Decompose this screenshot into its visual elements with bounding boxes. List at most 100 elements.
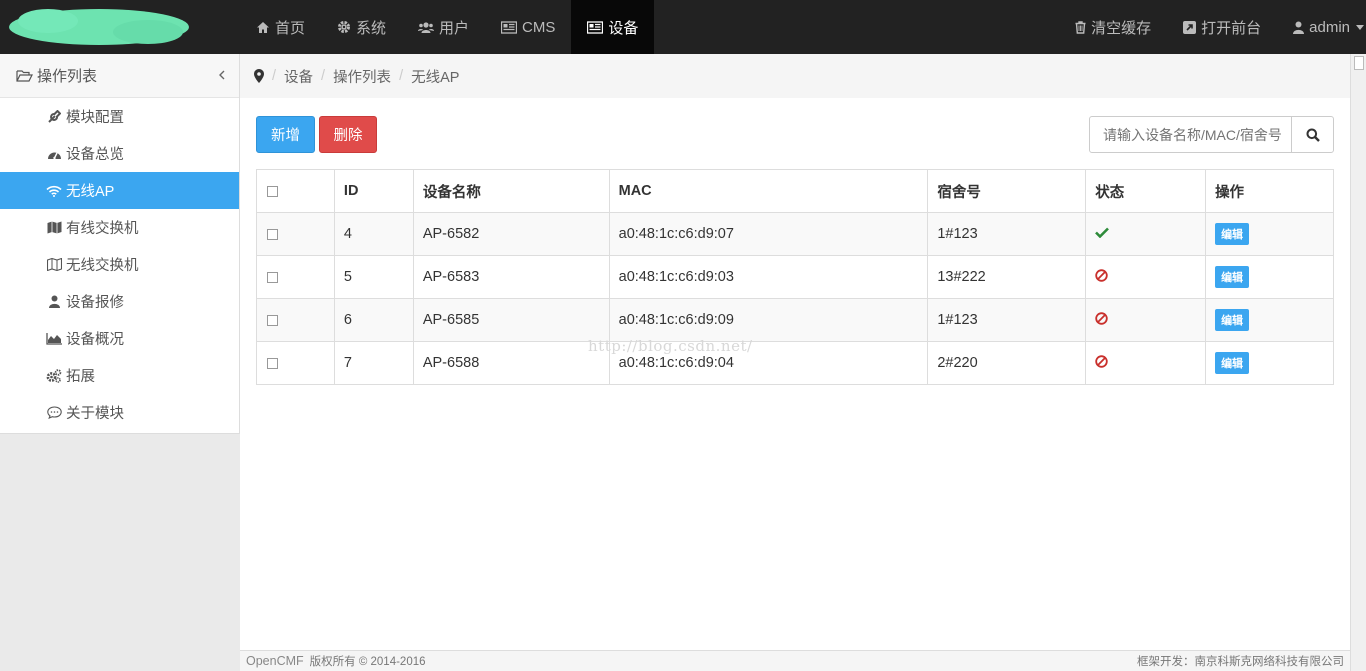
breadcrumb-separator: / — [321, 68, 326, 84]
table-row: 7 AP-6588 a0:48:1c:c6:d9:04 2#220 编辑 — [256, 341, 1334, 385]
edit-button[interactable]: 编辑 — [1215, 352, 1250, 374]
search-button[interactable] — [1291, 117, 1333, 152]
admin-menu[interactable]: admin — [1277, 0, 1366, 54]
action-cell: 编辑 — [1205, 298, 1334, 342]
wrench-icon — [46, 110, 62, 123]
collapse-chevron-icon[interactable] — [218, 67, 225, 83]
column-header[interactable]: 状态 — [1085, 169, 1207, 213]
area-chart-icon — [46, 332, 62, 345]
name-cell: AP-6588 — [412, 341, 610, 385]
row-select-cell — [256, 298, 335, 342]
map-marker-icon — [254, 69, 264, 83]
map-outline-icon — [46, 258, 62, 271]
column-header[interactable]: MAC — [608, 169, 929, 213]
ban-icon — [1095, 354, 1108, 368]
row-select-cell — [256, 255, 335, 299]
footer-brand[interactable]: OpenCMF — [246, 654, 304, 668]
name-cell: AP-6585 — [412, 298, 610, 342]
mac-cell: a0:48:1c:c6:d9:07 — [608, 212, 929, 256]
sidebar-item-label: 设备概况 — [66, 332, 124, 348]
sidebar-item-device-status[interactable]: 设备概况 — [0, 320, 239, 357]
action-cell: 编辑 — [1205, 212, 1334, 256]
delete-button[interactable]: 删除 — [319, 116, 377, 153]
sidebar-item-module-config[interactable]: 模块配置 — [0, 98, 239, 135]
edit-button[interactable]: 编辑 — [1215, 223, 1250, 245]
list-alt-icon — [587, 20, 604, 34]
edit-button[interactable]: 编辑 — [1215, 309, 1250, 331]
search-input[interactable] — [1090, 117, 1291, 152]
table-row: 4 AP-6582 a0:48:1c:c6:d9:07 1#123 编辑 — [256, 212, 1334, 256]
main-nav: 首页 系统 用户 CMS 设备 — [240, 0, 655, 54]
map-icon — [46, 221, 62, 234]
row-select-cell — [256, 212, 335, 256]
status-cell[interactable] — [1085, 255, 1207, 299]
nav-users[interactable]: 用户 — [402, 0, 485, 54]
sidebar-item-label: 有线交换机 — [66, 221, 139, 237]
dorm-cell: 1#123 — [927, 298, 1087, 342]
footer-credit[interactable]: 框架开发：南京科斯克网络科技有限公司 — [1137, 653, 1344, 669]
logo[interactable] — [8, 6, 190, 48]
sidebar-item-label: 设备报修 — [66, 295, 124, 311]
wifi-icon — [46, 185, 62, 197]
sidebar-item-repair[interactable]: 设备报修 — [0, 283, 239, 320]
sidebar-item-label: 无线交换机 — [66, 258, 139, 274]
id-cell: 5 — [333, 255, 414, 299]
action-cell: 编辑 — [1205, 341, 1334, 385]
folder-open-icon — [16, 69, 33, 82]
device-table: ID 设备名称 MAC 宿舍号 状态 操作 4 AP-6582 a0:48:1c:c… — [256, 169, 1334, 385]
clear-cache-button[interactable]: 清空缓存 — [1059, 0, 1167, 54]
breadcrumb-item[interactable]: 操作列表 — [333, 66, 391, 87]
home-icon — [256, 21, 270, 34]
row-checkbox[interactable] — [267, 314, 278, 326]
search-box — [1089, 116, 1334, 153]
nav-system[interactable]: 系统 — [321, 0, 402, 54]
column-header[interactable]: ID — [333, 169, 414, 213]
open-frontend-button[interactable]: 打开前台 — [1167, 0, 1277, 54]
nav-devices-label: 设备 — [608, 19, 639, 37]
nav-cms[interactable]: CMS — [485, 0, 571, 54]
comment-icon — [46, 406, 62, 419]
column-header[interactable]: 设备名称 — [412, 169, 610, 213]
sidebar-title: 操作列表 — [37, 68, 98, 85]
edit-button[interactable]: 编辑 — [1215, 266, 1250, 288]
sidebar-item-wireless-ap[interactable]: 无线AP — [0, 172, 239, 209]
status-cell[interactable] — [1085, 298, 1207, 342]
column-header: 操作 — [1205, 169, 1334, 213]
table-header-row: ID 设备名称 MAC 宿舍号 状态 操作 — [256, 169, 1334, 213]
sidebar-item-about[interactable]: 关于模块 — [0, 394, 239, 431]
name-cell: AP-6583 — [412, 255, 610, 299]
column-header[interactable]: 宿舍号 — [927, 169, 1087, 213]
dashboard-icon — [46, 148, 62, 160]
watermark: http://blog.csdn.net/ — [588, 337, 753, 355]
sidebar-item-extend[interactable]: 拓展 — [0, 357, 239, 394]
search-icon — [1306, 128, 1320, 142]
row-checkbox[interactable] — [267, 357, 278, 369]
row-checkbox[interactable] — [267, 228, 278, 240]
ban-icon — [1095, 311, 1108, 325]
page-scrollbar[interactable] — [1350, 54, 1366, 671]
scroll-up-arrow[interactable] — [1354, 56, 1364, 70]
check-icon — [1095, 227, 1110, 238]
status-cell[interactable] — [1085, 341, 1207, 385]
breadcrumb-item[interactable]: 设备 — [284, 66, 313, 87]
nav-home[interactable]: 首页 — [240, 0, 321, 54]
id-cell: 7 — [333, 341, 414, 385]
add-button[interactable]: 新增 — [256, 116, 315, 153]
sidebar-item-wired-switch[interactable]: 有线交换机 — [0, 209, 239, 246]
select-all-checkbox[interactable] — [267, 185, 278, 197]
user-icon — [1293, 21, 1305, 34]
sidebar-item-wireless-switch[interactable]: 无线交换机 — [0, 246, 239, 283]
sidebar-item-label: 关于模块 — [66, 406, 124, 422]
row-checkbox[interactable] — [267, 271, 278, 283]
nav-devices[interactable]: 设备 — [571, 0, 655, 54]
nav-users-label: 用户 — [439, 19, 470, 37]
ban-icon — [1095, 268, 1108, 282]
cogs-icon — [46, 368, 62, 383]
sidebar: 操作列表 模块配置 设备总览 无线AP 有线交换机 无线交换机 设备报修 设备概… — [0, 54, 240, 434]
external-link-icon — [1183, 20, 1197, 34]
id-cell: 4 — [333, 212, 414, 256]
status-cell[interactable] — [1085, 212, 1207, 256]
sidebar-item-device-overview[interactable]: 设备总览 — [0, 135, 239, 172]
footer: OpenCMF 版权所有 © 2014-2016 框架开发：南京科斯克网络科技有… — [240, 650, 1350, 671]
mac-cell: a0:48:1c:c6:d9:03 — [608, 255, 929, 299]
